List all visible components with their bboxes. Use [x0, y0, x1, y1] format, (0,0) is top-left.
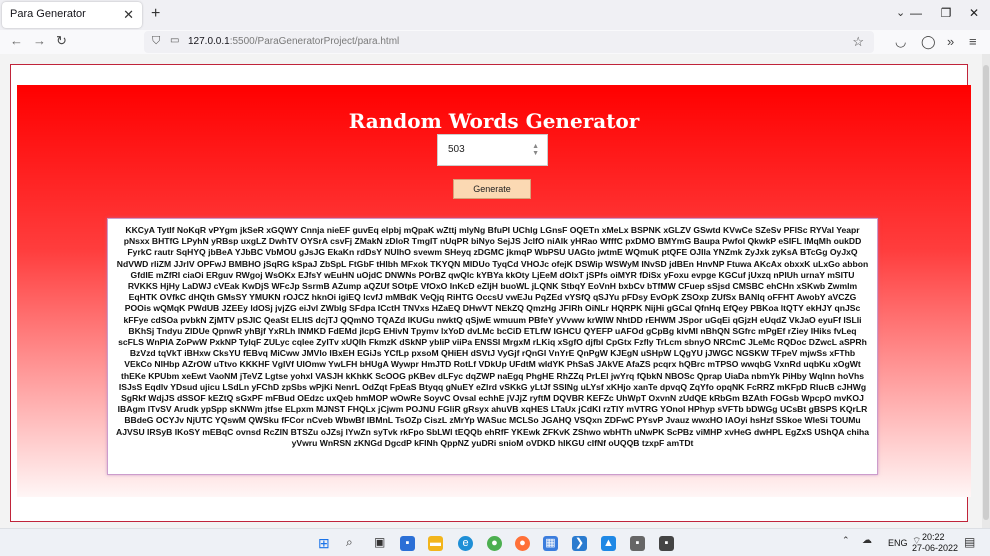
- clock-date[interactable]: 27-06-2022: [912, 543, 958, 553]
- vscode-icon[interactable]: ❯: [572, 536, 587, 551]
- menu-icon[interactable]: ≡: [969, 34, 977, 49]
- chat-icon[interactable]: ▪: [400, 536, 415, 551]
- number-spinner-icon[interactable]: ▲ ▼: [532, 143, 539, 157]
- url-text: 127.0.0.1:5500/ParaGeneratorProject/para…: [188, 36, 400, 47]
- page-info-icon[interactable]: ▭: [170, 35, 179, 46]
- forward-icon[interactable]: →: [33, 33, 46, 48]
- word-count-value: 503: [448, 144, 465, 155]
- taskbar: ⊞ ⌕ ▣ ▪ ▬ e ● ● ▦ ❯ ▲ ▪ ▪ ⌃ ☁ ENG ⌔ 20:2…: [0, 528, 990, 556]
- file-explorer-icon[interactable]: ▬: [428, 536, 443, 551]
- store-icon[interactable]: ▦: [543, 536, 558, 551]
- scrollbar-thumb[interactable]: [983, 65, 989, 520]
- generate-button[interactable]: Generate: [453, 179, 531, 199]
- start-icon[interactable]: ⊞: [318, 535, 330, 552]
- back-icon[interactable]: ←: [10, 33, 23, 48]
- bookmark-star-icon[interactable]: ☆: [852, 34, 864, 50]
- tab-title: Para Generator: [10, 8, 86, 20]
- edge-icon[interactable]: e: [458, 536, 473, 551]
- show-hidden-icons[interactable]: ⌃: [842, 535, 850, 546]
- close-window-icon[interactable]: ✕: [964, 6, 984, 20]
- page-title: Random Words Generator: [348, 109, 640, 133]
- close-tab-icon[interactable]: ✕: [123, 7, 134, 23]
- extensions-icon[interactable]: »: [947, 34, 954, 49]
- shield-icon[interactable]: ⛉: [152, 35, 160, 48]
- address-bar[interactable]: ⛉ ▭ 127.0.0.1:5500/ParaGeneratorProject/…: [144, 31, 874, 53]
- clock-time[interactable]: 20:22: [922, 532, 945, 542]
- word-count-input[interactable]: 503 ▲ ▼: [437, 134, 548, 166]
- page-viewport: Random Words Generator 503 ▲ ▼ Generate K…: [0, 54, 990, 528]
- notifications-icon[interactable]: ▤: [964, 535, 975, 549]
- cloud-icon[interactable]: ☁: [862, 535, 872, 546]
- task-view-icon[interactable]: ▣: [374, 535, 385, 549]
- navigation-toolbar: ← → ↻ ⛉ ▭ 127.0.0.1:5500/ParaGeneratorPr…: [0, 30, 990, 54]
- list-tabs-icon[interactable]: ⌄: [896, 6, 905, 19]
- account-icon[interactable]: ◯: [921, 34, 936, 50]
- restore-icon[interactable]: ❐: [936, 6, 956, 20]
- pocket-icon[interactable]: ◡: [895, 34, 906, 50]
- page-container: Random Words Generator 503 ▲ ▼ Generate K…: [10, 64, 971, 522]
- photos-icon[interactable]: ▲: [601, 536, 616, 551]
- minimize-icon[interactable]: —: [906, 6, 926, 20]
- firefox-icon[interactable]: ●: [515, 536, 530, 551]
- language-indicator[interactable]: ENG: [888, 538, 908, 548]
- generator-panel: Random Words Generator 503 ▲ ▼ Generate K…: [17, 85, 971, 497]
- reload-icon[interactable]: ↻: [56, 33, 67, 49]
- chrome-icon[interactable]: ●: [487, 536, 502, 551]
- app-icon[interactable]: ▪: [630, 536, 645, 551]
- generated-paragraph: KKCyA TytIf NoKqR vPYgm jkSeR xGQWY Cnnj…: [116, 225, 870, 448]
- new-tab-button[interactable]: +: [151, 5, 160, 23]
- search-icon[interactable]: ⌕: [346, 535, 353, 550]
- browser-tab[interactable]: Para Generator ✕: [2, 2, 142, 28]
- tab-strip: Para Generator ✕ + ⌄ — ❐ ✕: [0, 0, 990, 30]
- output-text-box: KKCyA TytIf NoKqR vPYgm jkSeR xGQWY Cnnj…: [107, 218, 878, 475]
- app-icon-2[interactable]: ▪: [659, 536, 674, 551]
